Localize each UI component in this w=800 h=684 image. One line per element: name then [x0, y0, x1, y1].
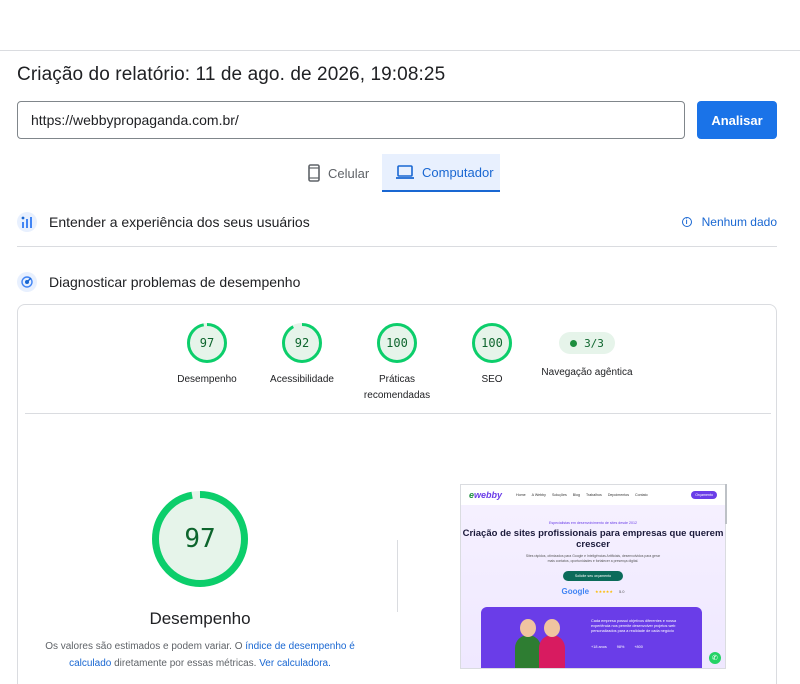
no-data-link[interactable]: i Nenhum dado	[681, 215, 777, 229]
page-screenshot-thumbnail: ewebby Home A Webby Soluções Blog Trabalhos D…	[460, 484, 726, 669]
pass-dot-icon	[570, 339, 578, 347]
section-lab-data: Diagnosticar problemas de desempenho	[17, 272, 777, 292]
no-data-label: Nenhum dado	[701, 215, 777, 229]
section-lab-data-label: Diagnosticar problemas de desempenho	[49, 274, 301, 290]
agentic-pill: 3/3	[559, 332, 615, 354]
person-illustration	[515, 619, 541, 668]
thumb-stats: +18 anos 98% +800	[591, 645, 643, 649]
tab-mobile-label: Celular	[328, 165, 370, 181]
smartphone-icon	[308, 164, 320, 182]
thumb-cta: Orçamento	[691, 491, 717, 499]
report-title: Criação do relatório: 11 de ago. de 2026…	[17, 64, 446, 85]
tab-mobile[interactable]: Celular	[300, 154, 380, 192]
score-value: 92	[294, 336, 310, 350]
thumb-logo: ewebby	[469, 490, 503, 500]
score-label: Desempenho	[177, 374, 237, 385]
diagnostics-icon	[17, 272, 37, 292]
tab-desktop-label: Computador	[422, 164, 494, 180]
thumb-nav: ewebby Home A Webby Soluções Blog Trabalhos D…	[461, 485, 725, 505]
score-value: 97	[199, 336, 215, 350]
agentic-navigation-badge[interactable]: 3/3 Navegação agêntica	[537, 323, 637, 381]
agentic-label: Navegação agêntica	[541, 367, 633, 378]
score-gauge-accessibility[interactable]: 92 Acessibilidade	[252, 323, 352, 388]
score-gauge-performance[interactable]: 97 Desempenho	[157, 323, 257, 388]
card-divider	[25, 413, 771, 414]
analyze-button[interactable]: Analisar	[697, 101, 777, 139]
thumbnail-scrollbar	[725, 484, 727, 524]
vertical-divider	[397, 540, 398, 612]
score-label: SEO	[481, 374, 503, 385]
person-illustration	[539, 619, 565, 668]
tab-desktop[interactable]: Computador	[382, 154, 500, 192]
score-gauge-seo[interactable]: 100 SEO	[442, 323, 542, 388]
disclaimer-text: Os valores são estimados e podem variar.…	[45, 641, 246, 652]
whatsapp-icon: ✆	[709, 652, 721, 664]
thumb-purple-section: Cada empresa possui objetivos diferentes…	[481, 607, 702, 668]
thumb-eyebrow: Especialistas em desenvolvimento de site…	[548, 521, 638, 525]
section-field-data-label: Entender a experiência dos seus usuários	[49, 214, 310, 230]
performance-disclaimer: Os valores são estimados e podem variar.…	[40, 638, 360, 672]
top-bar	[0, 0, 800, 51]
score-label: Acessibilidade	[270, 374, 334, 385]
thumb-purple-text: Cada empresa possui objetivos diferentes…	[591, 619, 677, 633]
score-value: 100	[386, 336, 408, 350]
score-gauge-best-practices[interactable]: 100 Práticas recomendadas	[347, 323, 447, 404]
calculator-link[interactable]: Ver calculadora.	[259, 658, 331, 669]
url-input[interactable]	[17, 101, 685, 139]
users-chart-icon	[17, 212, 37, 232]
section-divider	[17, 246, 777, 247]
thumb-rating: Google ★★★★★ 5.0	[561, 587, 625, 596]
thumb-subtext: Sites rápidos, otimizados para Google e …	[525, 554, 661, 563]
disclaimer-text-2: diretamente por essas métricas.	[111, 658, 260, 669]
thumb-button: Solicite seu orçamento	[563, 571, 623, 581]
thumb-headline: Criação de sites profissionais para empr…	[462, 528, 724, 550]
performance-big-score: 97	[184, 524, 216, 554]
performance-big-label: Desempenho	[149, 609, 251, 628]
section-field-data: Entender a experiência dos seus usuários…	[17, 212, 777, 232]
performance-big-gauge: 97	[152, 491, 248, 587]
score-value: 100	[481, 336, 503, 350]
agentic-value: 3/3	[584, 336, 604, 350]
thumb-nav-links: Home A Webby Soluções Blog Trabalhos Depoimen…	[516, 493, 648, 497]
laptop-icon	[396, 165, 414, 179]
info-icon: i	[681, 217, 692, 227]
score-label: Práticas recomendadas	[363, 374, 431, 401]
